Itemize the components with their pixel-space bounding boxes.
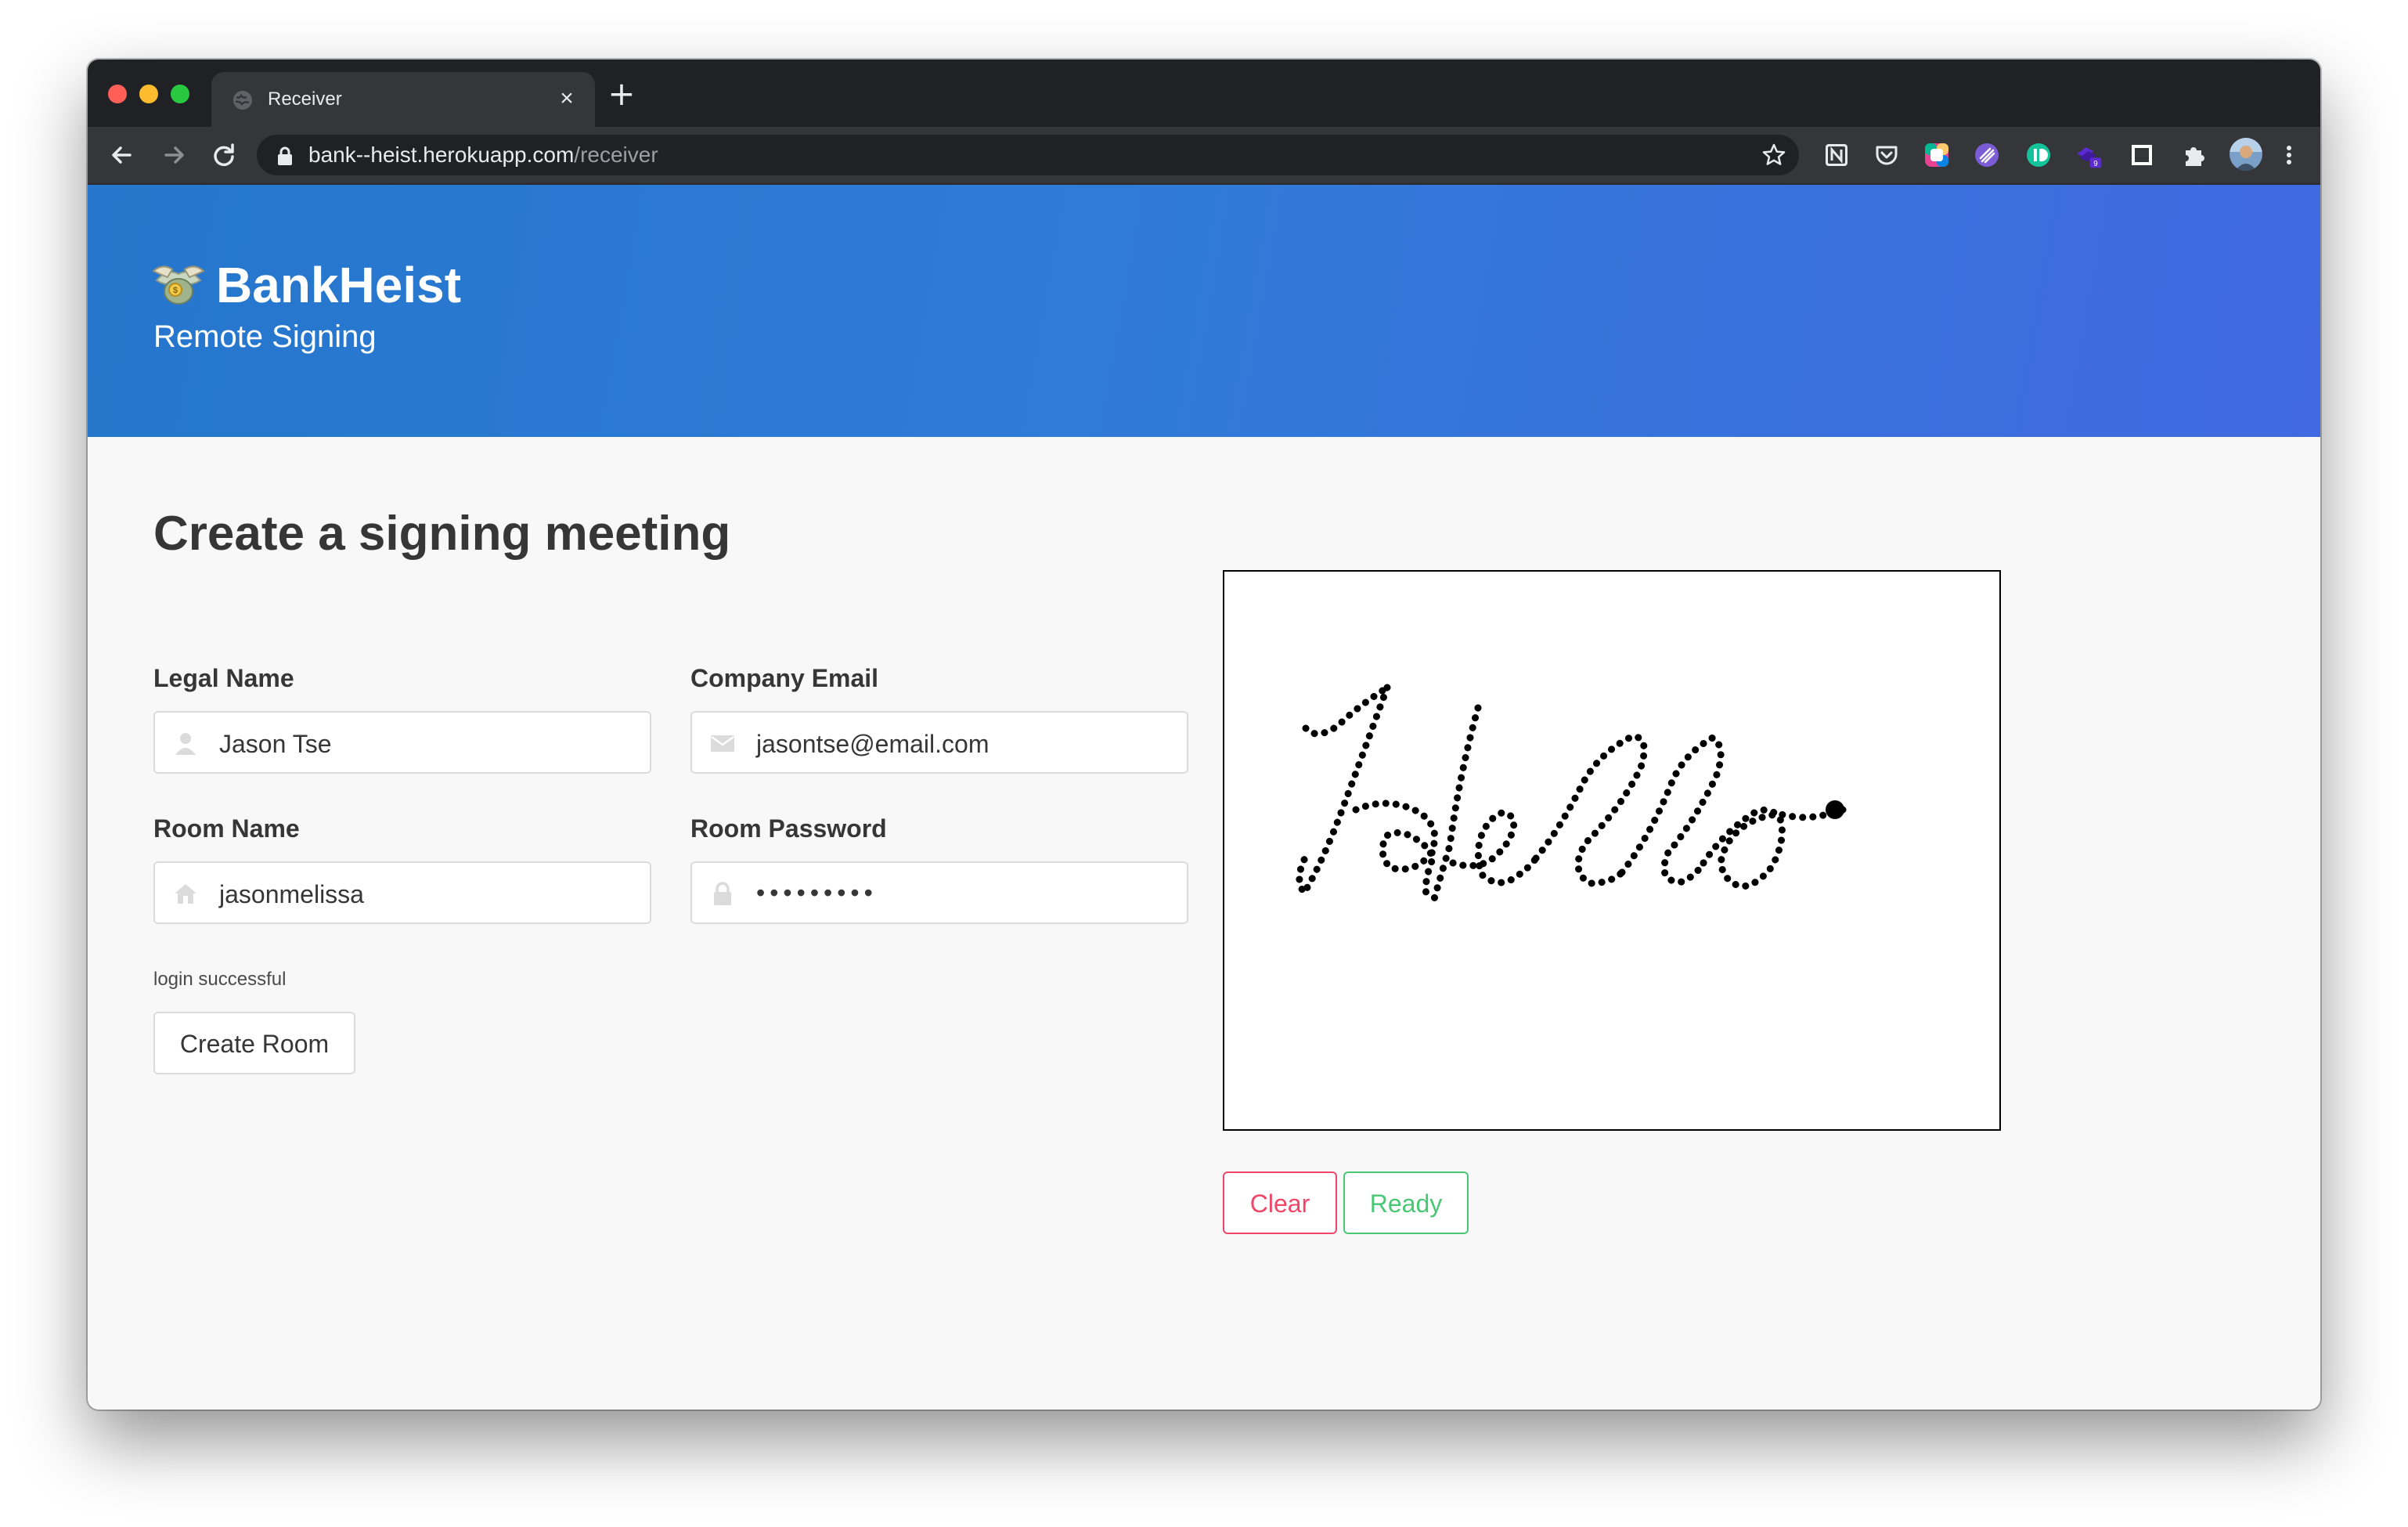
signature-drawing <box>1296 684 1847 904</box>
lock-icon <box>714 882 731 905</box>
square-icon[interactable] <box>2128 141 2156 169</box>
home-icon <box>175 884 196 904</box>
notion-icon[interactable] <box>1822 141 1851 169</box>
profile-avatar[interactable] <box>2228 136 2264 172</box>
envelope-icon <box>711 735 734 752</box>
svg-text:$: $ <box>173 286 178 295</box>
page-content: $ BankHeist Remote Signing Create a sign… <box>88 185 2320 1410</box>
clear-button[interactable]: Clear <box>1223 1171 1337 1234</box>
maximize-window-button[interactable] <box>171 85 189 103</box>
company-email-label: Company Email <box>690 664 879 692</box>
close-window-button[interactable] <box>108 85 127 103</box>
user-icon <box>175 733 196 755</box>
back-icon[interactable] <box>105 138 139 172</box>
linear-icon[interactable] <box>1973 141 2001 169</box>
forward-icon[interactable] <box>157 138 191 172</box>
room-name-field[interactable]: jasonmelissa <box>153 861 651 924</box>
puzzle-icon[interactable] <box>2179 141 2208 169</box>
bookmark-star-icon[interactable] <box>1761 143 1786 168</box>
room-password-field[interactable]: ••••••••• <box>690 861 1188 924</box>
stacked-tabs-icon[interactable]: 9 <box>2075 141 2103 169</box>
new-tab-icon[interactable]: + <box>604 77 639 111</box>
browser-window: Receiver × + bank--heist.herokuapp.com/r… <box>88 60 2320 1410</box>
room-name-value: jasonmelissa <box>219 880 364 908</box>
more-menu-icon[interactable] <box>2275 141 2303 169</box>
tab-title: Receiver <box>268 88 342 110</box>
reload-icon[interactable] <box>207 138 241 172</box>
legal-name-label: Legal Name <box>153 664 294 692</box>
brand-title: BankHeist <box>216 257 461 313</box>
url-text: bank--heist.herokuapp.com/receiver <box>308 143 658 167</box>
status-message: login successful <box>153 969 287 990</box>
hero-header: $ BankHeist Remote Signing <box>88 185 2320 437</box>
money-bag-icon: $ <box>152 265 205 305</box>
grammar-icon[interactable] <box>2024 141 2053 169</box>
extension-badge: 9 <box>2093 160 2097 168</box>
tab-strip: Receiver × + <box>88 60 2320 127</box>
address-bar[interactable]: bank--heist.herokuapp.com/receiver <box>257 135 1799 175</box>
tab-close-icon[interactable]: × <box>553 85 581 113</box>
brand-subtitle: Remote Signing <box>153 319 377 354</box>
globe-icon <box>233 91 252 110</box>
pocket-icon[interactable] <box>1873 141 1901 169</box>
room-password-value: ••••••••• <box>756 879 878 907</box>
form-title: Create a signing meeting <box>153 507 731 561</box>
color-picker-icon[interactable] <box>1923 141 1951 169</box>
legal-name-field[interactable]: Jason Tse <box>153 711 651 774</box>
browser-tab[interactable]: Receiver × <box>211 72 595 127</box>
signature-canvas[interactable] <box>1223 570 2001 1131</box>
create-room-button[interactable]: Create Room <box>153 1012 355 1074</box>
legal-name-value: Jason Tse <box>219 730 332 758</box>
browser-toolbar: bank--heist.herokuapp.com/receiver 9 <box>88 127 2320 185</box>
ready-button[interactable]: Ready <box>1343 1171 1469 1234</box>
url-path: /receiver <box>574 143 658 167</box>
room-name-label: Room Name <box>153 814 300 843</box>
lock-icon <box>278 146 292 165</box>
minimize-window-button[interactable] <box>139 85 158 103</box>
url-host: bank--heist.herokuapp.com <box>308 143 575 167</box>
company-email-value: jasontse@email.com <box>756 730 990 758</box>
room-password-label: Room Password <box>690 814 887 843</box>
company-email-field[interactable]: jasontse@email.com <box>690 711 1188 774</box>
